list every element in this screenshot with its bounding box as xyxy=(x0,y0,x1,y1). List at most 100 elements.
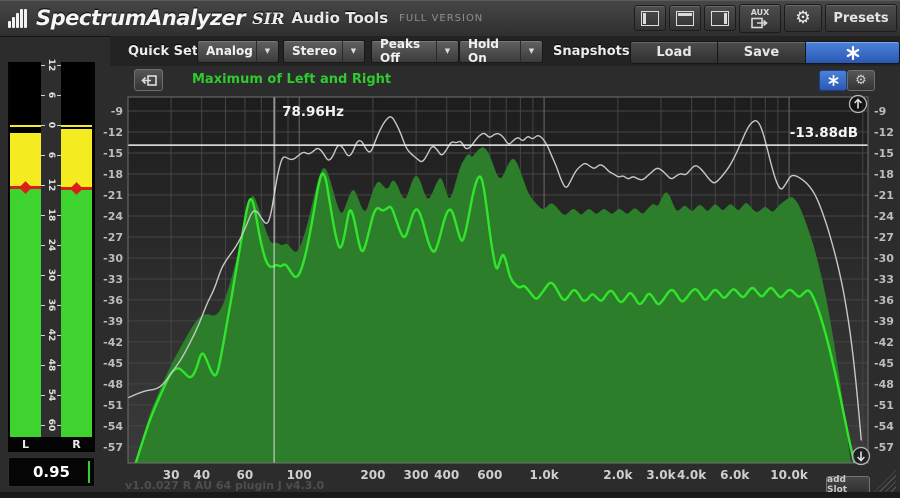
svg-text:-33: -33 xyxy=(874,273,894,286)
svg-text:-18: -18 xyxy=(874,168,894,181)
meter-scale-label: 30 xyxy=(45,265,57,285)
arrow-into-box-icon xyxy=(141,75,157,86)
meter-scale-label: 0 xyxy=(45,115,57,135)
meter-left-label: L xyxy=(10,438,41,451)
svg-text:300: 300 xyxy=(404,468,429,482)
dock-panel-button[interactable] xyxy=(134,69,163,91)
version-text: v1.0.027 R AU 64 plugin J v4.3.0 xyxy=(125,479,324,492)
range-shift-up-button[interactable] xyxy=(850,96,867,113)
snapshots-label: Snapshots xyxy=(553,44,630,59)
channel-mode-value[interactable]: Stereo xyxy=(283,40,342,63)
svg-text:-30: -30 xyxy=(874,252,894,265)
peaks-dropdown: Peaks Off ▼ xyxy=(371,40,459,63)
right-zero-tick xyxy=(61,125,92,127)
layout-top-button[interactable] xyxy=(669,5,701,31)
channel-mode-arrow-button[interactable]: ▼ xyxy=(342,40,365,63)
freeze-display-button[interactable] xyxy=(819,70,847,91)
svg-text:-51: -51 xyxy=(874,399,894,412)
svg-text:4.0k: 4.0k xyxy=(677,468,707,482)
svg-text:-9: -9 xyxy=(111,105,123,118)
channel-mode-dropdown: Stereo ▼ xyxy=(283,40,365,63)
svg-text:-36: -36 xyxy=(874,294,894,307)
peaks-arrow-button[interactable]: ▼ xyxy=(436,40,459,63)
svg-text:600: 600 xyxy=(477,468,502,482)
svg-text:-39: -39 xyxy=(103,315,123,328)
hold-arrow-button[interactable]: ▼ xyxy=(520,40,543,63)
right-yellow-segment xyxy=(61,129,92,189)
peaks-value[interactable]: Peaks Off xyxy=(371,40,436,63)
snapshot-freeze-button[interactable] xyxy=(805,41,900,64)
spectrum-plot[interactable]: 78.96Hz-13.88dB-9-9-12-12-15-15-18-18-21… xyxy=(100,66,900,498)
meter-scale-label: 36 xyxy=(45,295,57,315)
svg-text:200: 200 xyxy=(360,468,385,482)
display-settings-button[interactable]: ⚙ xyxy=(847,70,875,91)
presets-button[interactable]: Presets xyxy=(825,4,897,32)
settings-button[interactable]: ⚙ xyxy=(784,4,822,32)
meter-scale-label: 12 xyxy=(45,175,57,195)
analyzer-mode-value[interactable]: Analog xyxy=(197,40,256,63)
svg-text:-48: -48 xyxy=(103,378,123,391)
app-title: SpectrumAnalyzer xyxy=(36,6,245,30)
meter-scale: 12606121824303642485460 xyxy=(41,62,61,437)
svg-text:-18: -18 xyxy=(103,168,123,181)
meter-value-box[interactable]: 0.95 xyxy=(8,457,95,487)
hold-value[interactable]: Hold On xyxy=(459,40,520,63)
gear-icon: ⚙ xyxy=(855,73,867,88)
svg-text:400: 400 xyxy=(434,468,459,482)
svg-text:-15: -15 xyxy=(874,147,894,160)
svg-text:-33: -33 xyxy=(103,273,123,286)
meter-scale-label: 6 xyxy=(45,145,57,165)
meter-value: 0.95 xyxy=(9,458,94,486)
svg-text:-12: -12 xyxy=(103,126,123,139)
hold-dropdown: Hold On ▼ xyxy=(459,40,543,63)
svg-text:-54: -54 xyxy=(874,420,894,433)
svg-text:-57: -57 xyxy=(874,441,894,454)
svg-text:10.0k: 10.0k xyxy=(770,468,809,482)
svg-text:-54: -54 xyxy=(103,420,123,433)
svg-text:3.0k: 3.0k xyxy=(646,468,676,482)
left-yellow-segment xyxy=(10,133,41,188)
layout-right-button[interactable] xyxy=(704,5,736,31)
svg-text:-39: -39 xyxy=(874,315,894,328)
meter-scale-label: 48 xyxy=(45,355,57,375)
svg-text:-30: -30 xyxy=(103,252,123,265)
aux-routing-button[interactable]: AUX xyxy=(739,4,781,33)
snowflake-asterisk-icon xyxy=(828,75,839,86)
svg-text:-9: -9 xyxy=(874,105,886,118)
svg-text:-24: -24 xyxy=(874,210,894,223)
svg-text:-45: -45 xyxy=(103,357,123,370)
meter-scale-label: 42 xyxy=(45,325,57,345)
meter-scale-label: 12 xyxy=(45,55,57,75)
snapshot-load-button[interactable]: Load xyxy=(630,41,718,64)
meter-bar-right xyxy=(61,62,92,437)
svg-text:-42: -42 xyxy=(874,336,894,349)
left-green-segment xyxy=(10,189,41,437)
svg-text:-27: -27 xyxy=(874,231,894,244)
snapshot-save-button[interactable]: Save xyxy=(717,41,806,64)
level-meter: 12606121824303642485460 L R xyxy=(8,62,95,452)
svg-text:-42: -42 xyxy=(103,336,123,349)
brand-sir: SIR xyxy=(252,9,284,28)
edition-badge: FULL VERSION xyxy=(399,13,483,24)
layout-left-button[interactable] xyxy=(634,5,666,31)
chevron-down-icon: ▼ xyxy=(265,47,270,55)
analyzer-mode-dropdown: Analog ▼ xyxy=(197,40,279,63)
layout-left-icon xyxy=(641,11,659,26)
window-bottom-edge xyxy=(0,492,900,498)
brand-row: SpectrumAnalyzer SIR Audio Tools FULL VE… xyxy=(8,0,483,36)
meter-right-label: R xyxy=(61,438,92,451)
window-controls: AUX ⚙ Presets xyxy=(634,0,897,36)
svg-text:-36: -36 xyxy=(103,294,123,307)
chevron-down-icon: ▼ xyxy=(445,47,450,55)
svg-text:2.0k: 2.0k xyxy=(603,468,633,482)
left-zero-tick xyxy=(10,125,41,127)
svg-text:1.0k: 1.0k xyxy=(530,468,560,482)
titlebar: SpectrumAnalyzer SIR Audio Tools FULL VE… xyxy=(0,0,900,37)
svg-text:-45: -45 xyxy=(874,357,894,370)
range-shift-down-button[interactable] xyxy=(853,448,870,465)
layout-right-icon xyxy=(711,11,729,26)
analyzer-mode-arrow-button[interactable]: ▼ xyxy=(256,40,279,63)
chevron-down-icon: ▼ xyxy=(529,47,534,55)
svg-text:-51: -51 xyxy=(103,399,123,412)
meter-scale-label: 18 xyxy=(45,205,57,225)
